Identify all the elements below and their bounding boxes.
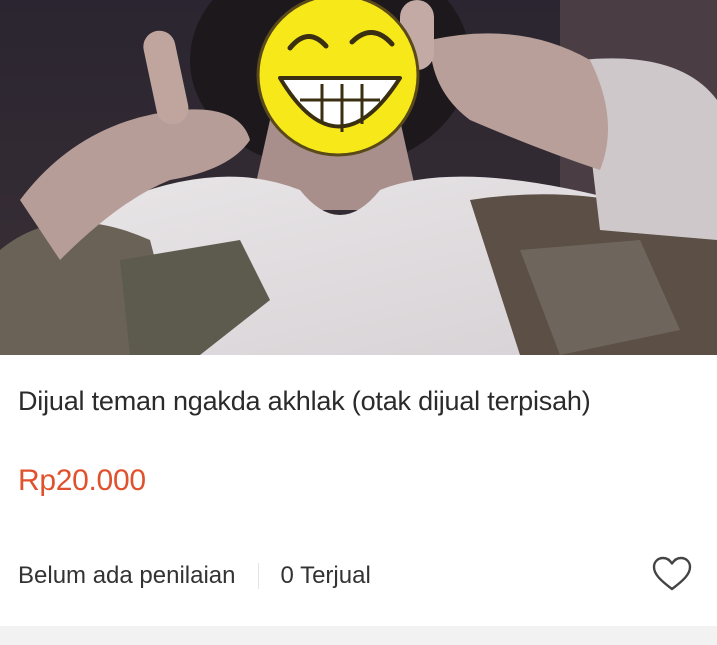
- bottom-divider: [0, 626, 717, 645]
- emoji-face-icon: [256, 0, 420, 157]
- sold-count: 0 Terjual: [280, 562, 371, 589]
- heart-outline-icon: [652, 556, 692, 591]
- stat-divider: [257, 563, 259, 589]
- product-price: Rp20.000: [18, 464, 146, 497]
- product-title: Dijual teman ngakda akhlak (otak dijual …: [18, 386, 591, 416]
- product-stats: Belum ada penilaian 0 Terjual: [18, 556, 371, 596]
- product-photo[interactable]: [0, 0, 717, 355]
- wishlist-button[interactable]: [650, 552, 694, 596]
- rating-status: Belum ada penilaian: [18, 562, 236, 589]
- product-photo-canvas: [0, 0, 717, 355]
